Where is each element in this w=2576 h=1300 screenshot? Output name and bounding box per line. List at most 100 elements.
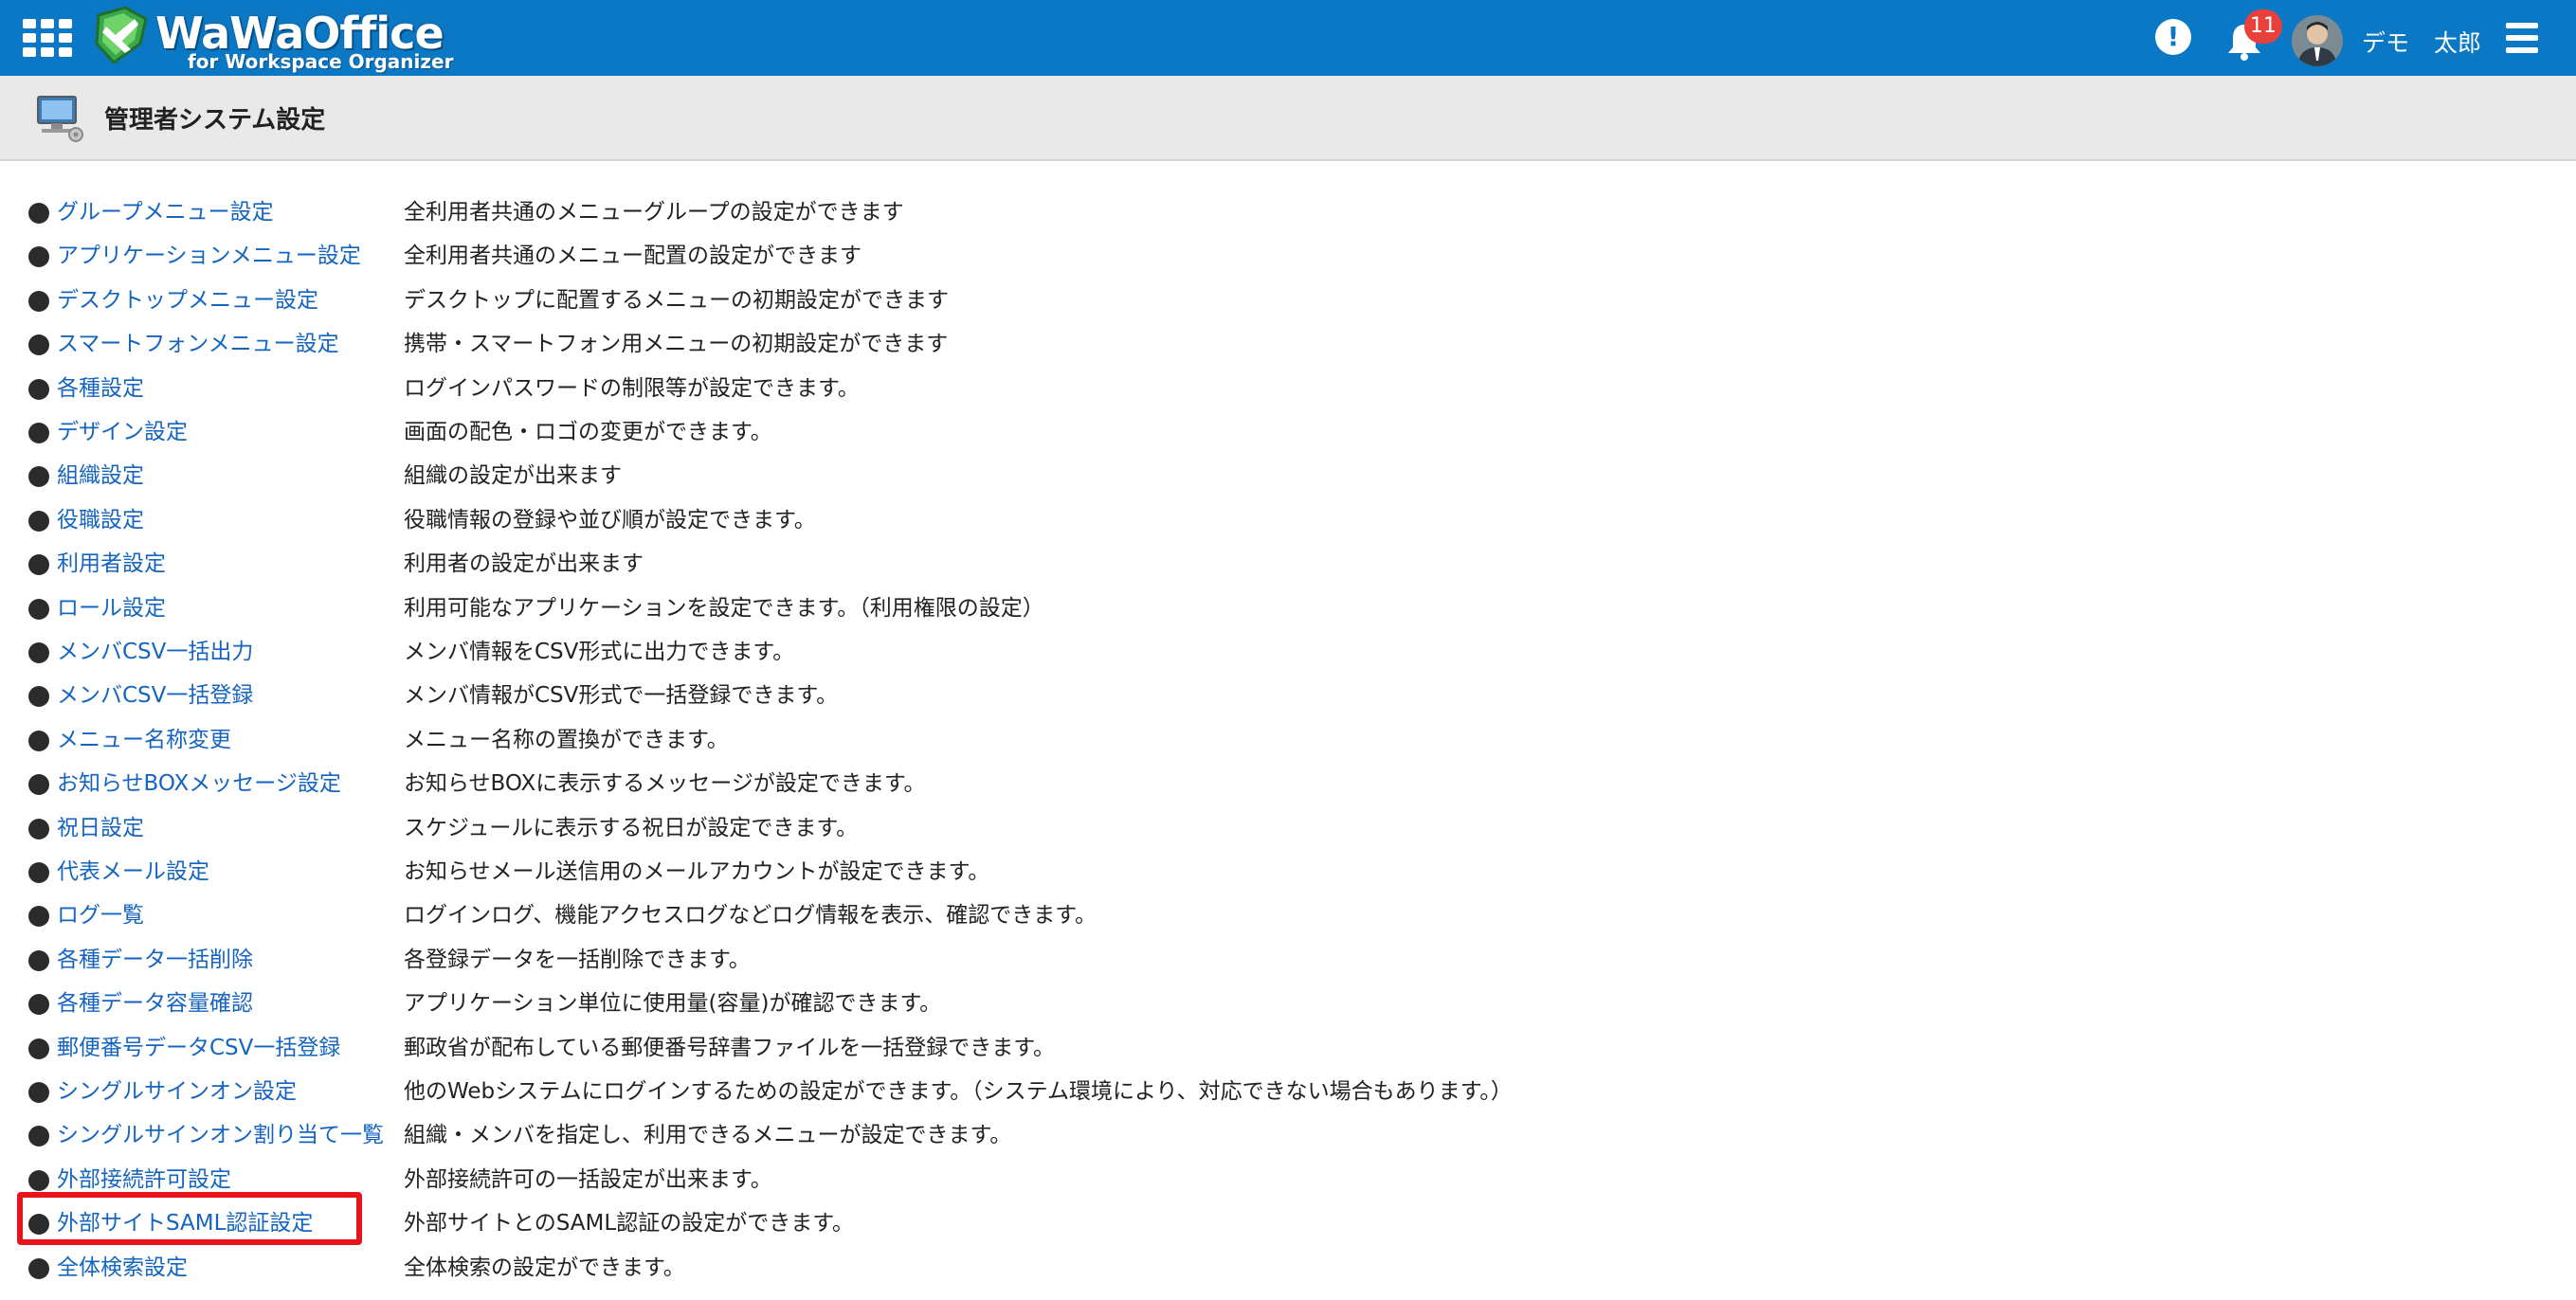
settings-description: メンバ情報がCSV形式で一括登録できます。 (404, 683, 839, 709)
page-header: 管理者システム設定 (0, 76, 2576, 161)
user-photo (2292, 15, 2343, 66)
settings-description: 利用可能なアプリケーションを設定できます。（利用権限の設定） (404, 595, 1044, 621)
user-name[interactable]: デモ 太郎 (2362, 25, 2481, 59)
list-item: お知らせBOXメッセージ設定 お知らせBOXに表示するメッセージが設定できます。 (0, 761, 1706, 804)
settings-link[interactable]: ログ一覧 (57, 896, 144, 929)
settings-description: 利用者の設定が出来ます (404, 551, 644, 577)
bullet-icon (28, 906, 49, 928)
list-item: ロール設定 利用可能なアプリケーションを設定できます。（利用権限の設定） (0, 586, 1706, 629)
list-item: 各種データ容量確認 アプリケーション単位に使用量(容量)が確認できます。 (0, 981, 1706, 1024)
bullet-icon (28, 730, 49, 751)
settings-link[interactable]: 利用者設定 (57, 545, 166, 577)
settings-description: 他のWebシステムにログインするための設定ができます。（システム環境により、対応… (404, 1079, 1513, 1104)
settings-description: 外部サイトとのSAML認証の設定ができます。 (404, 1211, 854, 1237)
settings-link[interactable]: ロール設定 (57, 589, 166, 622)
list-item: シングルサインオン割り当て一覧 組織・メンバを指定し、利用できるメニューが設定で… (0, 1112, 1706, 1156)
settings-description: ログインログ、機能アクセスログなどログ情報を表示、確認できます。 (404, 903, 1097, 929)
list-item: アプリケーションメニュー設定 全利用者共通のメニュー配置の設定ができます (0, 233, 1706, 277)
bullet-icon (28, 1257, 49, 1279)
alert-icon[interactable]: ! (2155, 19, 2191, 55)
settings-description: お知らせBOXに表示するメッセージが設定できます。 (404, 771, 926, 797)
app-logo[interactable]: WaWaOffice for Workspace Organizer (93, 6, 491, 72)
settings-description: 全利用者共通のメニューグループの設定ができます (404, 200, 904, 225)
list-item: グループメニュー設定 全利用者共通のメニューグループの設定ができます (0, 190, 1706, 233)
list-item: 利用者設定 利用者の設定が出来ます (0, 541, 1706, 585)
settings-link[interactable]: お知らせBOXメッセージ設定 (57, 765, 341, 797)
settings-link[interactable]: メニュー名称変更 (57, 721, 231, 753)
settings-link[interactable]: 各種データ一括削除 (57, 941, 253, 973)
settings-link[interactable]: デザイン設定 (57, 413, 188, 445)
list-item: シングルサインオン設定 他のWebシステムにログインするための設定ができます。（… (0, 1069, 1706, 1112)
settings-link[interactable]: 代表メール設定 (57, 853, 209, 885)
bullet-icon (28, 246, 49, 268)
settings-link[interactable]: 役職設定 (57, 501, 144, 533)
logo-subtitle: for Workspace Organizer (188, 50, 454, 73)
settings-description: お知らせメール送信用のメールアカウントが設定できます。 (404, 859, 990, 884)
settings-link[interactable]: シングルサインオン設定 (57, 1073, 297, 1105)
bullet-icon (28, 1126, 49, 1147)
settings-description: 役職情報の登録や並び順が設定できます。 (404, 507, 816, 533)
settings-link[interactable]: スマートフォンメニュー設定 (57, 325, 339, 357)
notification-badge: 11 (2244, 9, 2282, 44)
bullet-icon (28, 510, 49, 532)
list-item: 各種設定 ログインパスワードの制限等が設定できます。 (0, 366, 1706, 409)
settings-description: デスクトップに配置するメニューの初期設定ができます (404, 287, 949, 313)
settings-description: 全利用者共通のメニュー配置の設定ができます (404, 244, 862, 269)
settings-link[interactable]: 各種データ容量確認 (57, 984, 253, 1017)
list-item: 役職設定 役職情報の登録や並び順が設定できます。 (0, 497, 1706, 541)
hamburger-menu-icon[interactable] (2506, 23, 2538, 53)
list-item: メンバCSV一括登録 メンバ情報がCSV形式で一括登録できます。 (0, 673, 1706, 716)
bullet-icon (28, 423, 49, 443)
bullet-icon (28, 774, 49, 796)
bullet-icon (28, 1169, 49, 1191)
bullet-icon (28, 598, 49, 620)
notification-button[interactable]: 11 (2223, 9, 2282, 63)
settings-description: 画面の配色・ロゴの変更ができます。 (404, 420, 772, 444)
settings-description: 郵政省が配布している郵便番号辞書ファイルを一括登録できます。 (404, 1035, 1056, 1060)
computer-settings-icon (37, 96, 83, 142)
settings-link[interactable]: 全体検索設定 (57, 1249, 188, 1281)
settings-description: スケジュールに表示する祝日が設定できます。 (404, 815, 859, 840)
list-item: スマートフォンメニュー設定 携帯・スマートフォン用メニューの初期設定ができます (0, 321, 1706, 365)
settings-link[interactable]: アプリケーションメニュー設定 (57, 237, 361, 269)
bullet-icon (28, 949, 49, 971)
settings-link[interactable]: 祝日設定 (57, 809, 144, 841)
settings-link[interactable]: 各種設定 (57, 370, 144, 402)
wawaoffice-logo-icon (95, 6, 148, 64)
settings-link[interactable]: 郵便番号データCSV一括登録 (57, 1029, 340, 1061)
settings-link[interactable]: メンバCSV一括出力 (57, 633, 253, 665)
top-bar: WaWaOffice for Workspace Organizer ! 11 … (0, 0, 2576, 76)
settings-description: 各登録データを一括削除できます。 (404, 947, 751, 972)
list-item: 祝日設定 スケジュールに表示する祝日が設定できます。 (0, 805, 1706, 849)
settings-link[interactable]: メンバCSV一括登録 (57, 677, 253, 709)
settings-description: 外部接続許可の一括設定が出来ます。 (404, 1166, 772, 1192)
bullet-icon (28, 334, 49, 356)
bullet-icon (28, 1082, 49, 1103)
settings-description: 組織の設定が出来ます (404, 463, 622, 489)
bullet-icon (28, 378, 49, 400)
settings-link[interactable]: 組織設定 (57, 457, 144, 489)
settings-description: ログインパスワードの制限等が設定できます。 (404, 375, 860, 401)
list-item: 各種データ一括削除 各登録データを一括削除できます。 (0, 937, 1706, 981)
avatar[interactable] (2292, 15, 2343, 66)
settings-link[interactable]: 外部接続許可設定 (57, 1161, 231, 1193)
settings-description: 全体検索の設定ができます。 (404, 1255, 685, 1280)
bullet-icon (28, 642, 49, 663)
bullet-icon (28, 203, 49, 224)
settings-description: メニュー名称の置換ができます。 (404, 727, 729, 752)
settings-link[interactable]: シングルサインオン割り当て一覧 (57, 1116, 384, 1148)
list-item: 組織設定 組織の設定が出来ます (0, 453, 1706, 497)
settings-link[interactable]: グループメニュー設定 (57, 193, 274, 226)
bullet-icon (28, 554, 49, 576)
list-item: デザイン設定 画面の配色・ロゴの変更ができます。 (0, 409, 1706, 453)
bullet-icon (28, 818, 49, 840)
settings-description: メンバ情報をCSV形式に出力できます。 (404, 640, 795, 664)
settings-description: 組織・メンバを指定し、利用できるメニューが設定できます。 (404, 1123, 1012, 1148)
list-item: 全体検索設定 全体検索の設定ができます。 (0, 1245, 1706, 1289)
bullet-icon (28, 862, 49, 883)
list-item: メニュー名称変更 メニュー名称の置換ができます。 (0, 717, 1706, 761)
highlight-box (17, 1192, 362, 1245)
apps-grid-icon[interactable] (23, 19, 72, 57)
settings-link[interactable]: デスクトップメニュー設定 (57, 281, 318, 314)
list-item: メンバCSV一括出力 メンバ情報をCSV形式に出力できます。 (0, 629, 1706, 673)
